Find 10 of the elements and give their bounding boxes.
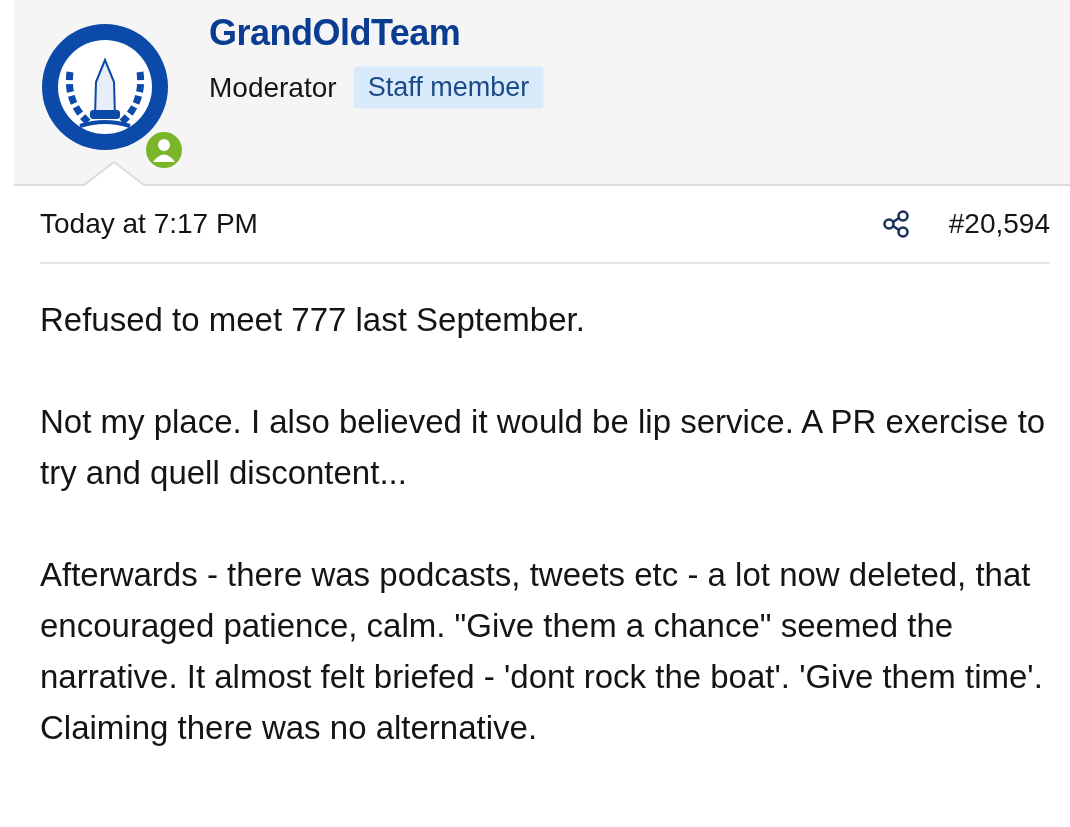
user-role: Moderator: [209, 71, 337, 104]
post-paragraph: Refused to meet 777 last September.: [40, 300, 586, 340]
staff-badge: Staff member: [352, 66, 545, 109]
post-timestamp[interactable]: Today at 7:17 PM: [40, 208, 881, 240]
username-link[interactable]: GrandOldTeam: [209, 12, 545, 54]
avatar-logo-icon[interactable]: [40, 22, 170, 152]
post-paragraph: Afterwards - there was podcasts, tweets etc - a lot now deleted, that encouraged patience, calm. "Give them a chance" seemed the narrative. It almost felt briefed - 'dont rock the boat'. 'Give them time'. Claiming there was no alternative.: [40, 555, 1044, 748]
post-number-link[interactable]: #20,594: [948, 208, 1050, 240]
share-icon[interactable]: [880, 209, 911, 239]
post-paragraph: Not my place. I also believed it would be lip service. A PR exercise to try and quell discontent...: [40, 402, 1047, 493]
